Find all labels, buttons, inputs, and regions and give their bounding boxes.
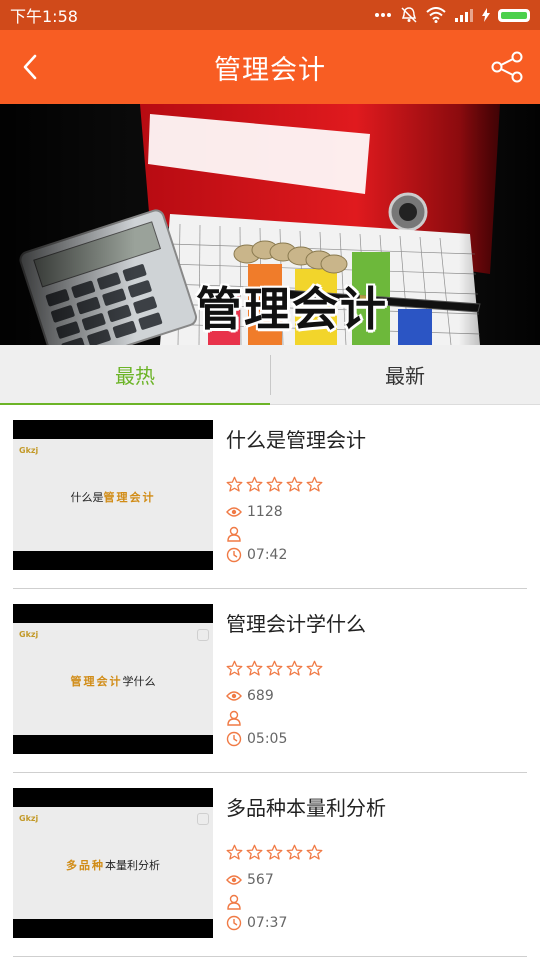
views-row: 1128 [226, 504, 283, 520]
rating-stars [226, 660, 323, 677]
mute-alarm-icon [401, 7, 417, 23]
eye-icon [226, 875, 242, 885]
thumbnail-screen: Gkzj 多品种本量利分析 [13, 807, 213, 919]
duration-row: 07:42 [226, 547, 287, 563]
clock-icon [226, 915, 242, 931]
user-icon [227, 894, 241, 910]
rating-stars [226, 476, 323, 493]
list-divider [13, 956, 527, 957]
star-outline-icon [306, 476, 323, 492]
rating-stars [226, 844, 323, 861]
signal-icon [455, 9, 473, 22]
thumbnail-caption-suffix: 本量利分析 [105, 859, 160, 872]
star-outline-icon [266, 844, 283, 860]
course-title: 什么是管理会计 [226, 428, 366, 452]
thumbnail-watermark [197, 813, 209, 825]
banner-image[interactable]: 管理会计 [0, 104, 540, 345]
user-icon [227, 526, 241, 542]
star-outline-icon [266, 476, 283, 492]
tab-hottest[interactable]: 最热 [0, 345, 270, 405]
star-outline-icon [286, 660, 303, 676]
star-outline-icon [266, 660, 283, 676]
video-duration: 05:05 [247, 731, 288, 747]
video-thumbnail[interactable]: Gkzj 什么是管理会计 [13, 420, 213, 570]
view-count: 689 [247, 688, 274, 704]
thumbnail-caption-highlight: 管理会计 [103, 491, 156, 504]
course-title: 管理会计学什么 [226, 612, 366, 636]
author-row [226, 894, 247, 910]
video-thumbnail[interactable]: Gkzj 管理会计学什么 [13, 604, 213, 754]
user-icon [227, 710, 241, 726]
status-icons [374, 6, 530, 24]
thumbnail-screen: Gkzj 什么是管理会计 [13, 439, 213, 551]
battery-icon [498, 8, 530, 22]
star-outline-icon [246, 660, 263, 676]
course-title: 多品种本量利分析 [226, 796, 386, 820]
wifi-icon [426, 7, 446, 23]
list-item[interactable]: Gkzj 多品种本量利分析 多品种本量利分析 567 07:37 [0, 773, 540, 957]
views-row: 689 [226, 688, 274, 704]
tab-newest[interactable]: 最新 [270, 345, 540, 404]
course-list: Gkzj 什么是管理会计 什么是管理会计 1128 07:42 Gkzj 管理会… [0, 405, 540, 957]
page-title: 管理会计 [214, 54, 326, 86]
video-duration: 07:42 [247, 547, 288, 563]
duration-row: 05:05 [226, 731, 287, 747]
author-row [226, 710, 247, 726]
charging-icon [482, 8, 490, 22]
star-outline-icon [226, 660, 243, 676]
duration-row: 07:37 [226, 915, 287, 931]
tab-divider [270, 355, 271, 395]
thumbnail-caption-highlight: 管理会计 [70, 675, 123, 688]
share-button[interactable] [488, 48, 526, 86]
thumbnail-logo: Gkzj [19, 630, 39, 639]
thumbnail-screen: Gkzj 管理会计学什么 [13, 623, 213, 735]
banner-title: 管理会计 [196, 282, 388, 336]
thumbnail-caption: 什么是管理会计 [13, 489, 213, 505]
star-outline-icon [306, 844, 323, 860]
thumbnail-logo: Gkzj [19, 446, 39, 455]
thumbnail-watermark [197, 629, 209, 641]
thumbnail-caption-prefix: 什么是 [70, 491, 104, 504]
more-dots-icon [375, 13, 391, 17]
thumbnail-caption: 管理会计学什么 [13, 673, 213, 689]
eye-icon [226, 691, 242, 701]
star-outline-icon [226, 844, 243, 860]
thumbnail-logo: Gkzj [19, 814, 39, 823]
author-row [226, 526, 247, 542]
list-item[interactable]: Gkzj 管理会计学什么 管理会计学什么 689 05:05 [0, 589, 540, 773]
star-outline-icon [286, 476, 303, 492]
star-outline-icon [306, 660, 323, 676]
star-outline-icon [246, 844, 263, 860]
thumbnail-caption-suffix: 学什么 [122, 675, 156, 688]
status-time: 下午1:58 [10, 7, 78, 26]
views-row: 567 [226, 872, 274, 888]
thumbnail-caption: 多品种本量利分析 [13, 857, 213, 873]
star-outline-icon [286, 844, 303, 860]
thumbnail-caption-highlight: 多品种 [66, 859, 105, 872]
star-outline-icon [226, 476, 243, 492]
view-count: 1128 [247, 504, 283, 520]
star-outline-icon [246, 476, 263, 492]
video-thumbnail[interactable]: Gkzj 多品种本量利分析 [13, 788, 213, 938]
status-bar: 下午1:58 [0, 0, 540, 30]
chevron-left-icon [23, 54, 37, 80]
clock-icon [226, 731, 242, 747]
view-count: 567 [247, 872, 274, 888]
video-duration: 07:37 [247, 915, 288, 931]
clock-icon [226, 547, 242, 563]
back-button[interactable] [12, 48, 48, 86]
share-icon [491, 51, 523, 83]
eye-icon [226, 507, 242, 517]
list-item[interactable]: Gkzj 什么是管理会计 什么是管理会计 1128 07:42 [0, 405, 540, 589]
title-bar: 管理会计 [0, 30, 540, 104]
